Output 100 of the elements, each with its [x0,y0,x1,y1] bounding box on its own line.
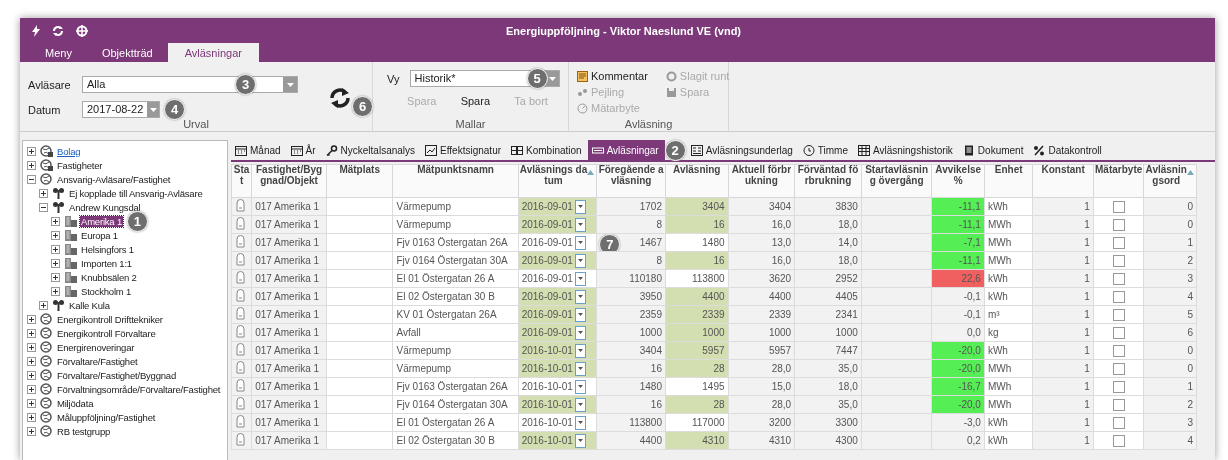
date-dropdown[interactable]: 2017-08-22 [82,101,160,118]
collapse-icon[interactable] [27,174,36,184]
menu-tab[interactable]: Objektträd [86,43,168,62]
menu-tab[interactable]: Avläsningar [167,43,259,62]
collapse-icon[interactable] [39,202,48,212]
tree-item[interactable]: Knubbsälen 2 [80,271,138,283]
view-tab[interactable]: Kombination [507,140,588,160]
caret-icon[interactable] [574,217,586,232]
view-tab[interactable]: År [286,140,322,160]
caret-icon[interactable] [574,199,586,214]
view-tab[interactable]: Nyckeltalsanalys [321,140,422,160]
expand-icon[interactable] [27,160,36,170]
view-dropdown[interactable]: Historik* 5 [409,70,560,87]
tree-item[interactable]: Stockholm 1 [80,285,133,297]
tree-item[interactable]: Miljödata [56,397,95,409]
caret-icon[interactable] [286,82,294,87]
tree-item[interactable]: Måluppföljning/Fastighet [56,411,157,423]
view-tab[interactable]: Avläsningar [587,140,665,160]
checkbox[interactable] [1112,236,1125,249]
view-tab[interactable]: Effektsignatur [421,140,508,160]
expand-icon[interactable] [51,244,60,254]
view-tab[interactable]: Datakontroll [1029,140,1108,160]
expand-icon[interactable] [27,328,36,338]
reading-cell[interactable]: 16 [713,219,725,230]
expand-icon[interactable] [39,188,48,198]
expand-icon[interactable] [27,342,36,352]
tree-item[interactable]: RB testgrupp [56,425,112,437]
lifebuoy-icon[interactable] [76,24,88,37]
bolt-icon[interactable] [32,24,40,37]
expand-icon[interactable] [27,146,36,156]
checkbox[interactable] [1112,218,1125,231]
tree-item[interactable]: Amerika 1 [80,215,123,227]
view-tab[interactable]: Månad [231,140,287,160]
caret-icon[interactable] [574,361,586,376]
tree-item[interactable]: Importen 1:1 [80,257,133,269]
tree-item[interactable]: Bolag [56,145,82,157]
caret-icon[interactable] [574,289,586,304]
tree-item[interactable]: Förvaltare/Fastighet [56,355,139,367]
expand-icon[interactable] [27,314,36,324]
checkbox[interactable] [1112,254,1125,267]
expand-icon[interactable] [39,300,48,310]
view-tab[interactable]: Avläsningshistorik [854,140,959,160]
view-tab[interactable]: Dokument [958,140,1030,160]
caret-icon[interactable] [574,271,586,286]
reader-dropdown[interactable]: Alla 3 [82,76,298,93]
reading-cell[interactable]: 28 [713,363,725,374]
refresh-icon[interactable] [328,86,352,110]
refresh-icon[interactable] [52,24,64,37]
expand-icon[interactable] [27,426,36,436]
tree-item[interactable]: Europa 1 [80,229,119,241]
expand-icon[interactable] [27,384,36,394]
caret-icon[interactable] [574,433,586,448]
view-tab[interactable]: Timme [798,140,854,160]
checkbox[interactable] [1112,308,1125,321]
tree-item[interactable]: Förvaltare/Fastighet/Byggnad [56,369,178,381]
tree-item[interactable]: Energikontroll Drifttekniker [56,313,164,325]
expand-icon[interactable] [51,230,60,240]
tree-item[interactable]: Helsingfors 1 [80,243,135,255]
reading-button[interactable]: Kommentar [577,69,648,83]
expand-icon[interactable] [51,258,60,268]
menu-tab[interactable]: Meny [30,43,87,62]
expand-icon[interactable] [27,412,36,422]
tree-item[interactable]: Energikontroll Förvaltare [56,327,157,339]
checkbox[interactable] [1112,362,1125,375]
expand-icon[interactable] [51,216,60,226]
caret-icon[interactable] [574,235,586,250]
caret-icon[interactable] [574,415,586,430]
expand-icon[interactable] [51,286,60,296]
expand-icon[interactable] [51,272,60,282]
expand-icon[interactable] [27,356,36,366]
checkbox[interactable] [1112,416,1125,429]
expand-icon[interactable] [27,370,36,380]
caret-icon[interactable] [574,343,586,358]
checkbox[interactable] [1112,326,1125,339]
checkbox[interactable] [1112,200,1125,213]
checkbox[interactable] [1112,380,1125,393]
caret-icon[interactable] [574,379,586,394]
caret-icon[interactable] [574,307,586,322]
checkbox[interactable] [1112,398,1125,411]
view-tab[interactable]: Avläsningsunderlag [686,140,799,160]
tree-item[interactable]: Andrew Kungsdal [68,201,142,213]
checkbox[interactable] [1112,290,1125,303]
tree-item[interactable]: Ej kopplade till Ansvarig-Avläsare [68,187,204,199]
checkbox[interactable] [1112,344,1125,357]
caret-icon[interactable] [149,107,157,112]
tree-item[interactable]: Ansvarig-Avläsare/Fastighet [56,173,172,185]
caret-icon[interactable] [574,325,586,340]
caret-icon[interactable] [574,397,586,412]
tree-item[interactable]: Energirenoveringar [56,341,136,353]
reading-cell[interactable]: 28 [713,399,725,410]
expand-icon[interactable] [27,398,36,408]
caret-icon[interactable] [574,253,586,268]
tree-item[interactable]: Förvaltningsområde/Förvaltare/Fastighet [56,383,222,395]
tree-item[interactable]: Kalle Kula [68,299,111,311]
template-button[interactable]: Spara [456,93,494,109]
reading-cell[interactable]: 16 [713,255,725,266]
checkbox[interactable] [1112,434,1125,447]
tree-item[interactable]: Fastigheter [56,159,104,171]
checkbox[interactable] [1112,272,1125,285]
caret-icon[interactable] [548,76,556,81]
